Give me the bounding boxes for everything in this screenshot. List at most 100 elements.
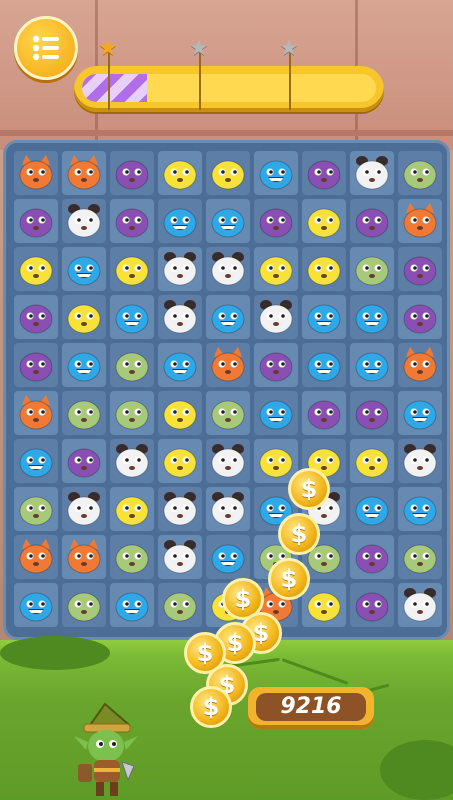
- board-cell[interactable]: [158, 247, 202, 291]
- board-cell[interactable]: [398, 439, 442, 483]
- board-cell[interactable]: [158, 295, 202, 339]
- board-cell[interactable]: [206, 391, 250, 435]
- board-cell[interactable]: [206, 247, 250, 291]
- board-cell[interactable]: [254, 295, 298, 339]
- board-cell[interactable]: [254, 343, 298, 387]
- board-cell[interactable]: [14, 199, 58, 243]
- board-cell[interactable]: [206, 199, 250, 243]
- board-cell[interactable]: [110, 535, 154, 579]
- board-cell[interactable]: [350, 199, 394, 243]
- board-cell[interactable]: [14, 343, 58, 387]
- board-cell[interactable]: [398, 151, 442, 195]
- board-cell[interactable]: [110, 247, 154, 291]
- board-cell[interactable]: [398, 295, 442, 339]
- yellow-creature-icon: [208, 155, 248, 191]
- board-cell[interactable]: [206, 487, 250, 531]
- board-cell[interactable]: [398, 199, 442, 243]
- board-cell[interactable]: [350, 295, 394, 339]
- board-cell[interactable]: [206, 439, 250, 483]
- blue-creature-icon: [352, 491, 392, 527]
- board-cell[interactable]: [14, 487, 58, 531]
- board-cell[interactable]: [302, 247, 346, 291]
- board-cell[interactable]: [110, 343, 154, 387]
- fox-creature-icon: [64, 155, 104, 191]
- board-cell[interactable]: [254, 247, 298, 291]
- white-creature-icon: [160, 491, 200, 527]
- board-cell[interactable]: [62, 343, 106, 387]
- board-cell[interactable]: [158, 391, 202, 435]
- board-cell[interactable]: [350, 487, 394, 531]
- board-cell[interactable]: [14, 295, 58, 339]
- board-cell[interactable]: [206, 151, 250, 195]
- yellow-creature-icon: [112, 491, 152, 527]
- board-cell[interactable]: [350, 247, 394, 291]
- board-cell[interactable]: [302, 151, 346, 195]
- board-cell[interactable]: [110, 199, 154, 243]
- board-cell[interactable]: [62, 583, 106, 627]
- board-cell[interactable]: [350, 535, 394, 579]
- board-cell[interactable]: [398, 583, 442, 627]
- board-cell[interactable]: [62, 151, 106, 195]
- board-cell[interactable]: [14, 391, 58, 435]
- board-cell[interactable]: [398, 535, 442, 579]
- board-cell[interactable]: [158, 151, 202, 195]
- board-cell[interactable]: [110, 487, 154, 531]
- board-cell[interactable]: [206, 343, 250, 387]
- board-cell[interactable]: [14, 583, 58, 627]
- board-cell[interactable]: [62, 535, 106, 579]
- board-cell[interactable]: [398, 487, 442, 531]
- board-cell[interactable]: [62, 391, 106, 435]
- board-cell[interactable]: [350, 151, 394, 195]
- board-cell[interactable]: [62, 247, 106, 291]
- board-cell[interactable]: [302, 199, 346, 243]
- green-creature-icon: [112, 347, 152, 383]
- board-cell[interactable]: [158, 439, 202, 483]
- board-cell[interactable]: [62, 295, 106, 339]
- board-cell[interactable]: [398, 391, 442, 435]
- board-cell[interactable]: [206, 535, 250, 579]
- board-cell[interactable]: [302, 391, 346, 435]
- board-cell[interactable]: [302, 295, 346, 339]
- board-cell[interactable]: [62, 487, 106, 531]
- board-cell[interactable]: [158, 343, 202, 387]
- purple-creature-icon: [256, 347, 296, 383]
- board-cell[interactable]: [110, 583, 154, 627]
- board-cell[interactable]: [350, 343, 394, 387]
- blue-creature-icon: [400, 395, 440, 431]
- blue-creature-icon: [160, 203, 200, 239]
- board-cell[interactable]: [14, 247, 58, 291]
- board-cell[interactable]: [62, 199, 106, 243]
- board-cell[interactable]: [14, 535, 58, 579]
- board-cell[interactable]: [254, 199, 298, 243]
- board-cell[interactable]: [206, 295, 250, 339]
- menu-button[interactable]: [14, 16, 78, 80]
- goblin-hero-character: [74, 702, 138, 796]
- board-cell[interactable]: [110, 391, 154, 435]
- board-cell[interactable]: [302, 343, 346, 387]
- board-cell[interactable]: [14, 439, 58, 483]
- fox-creature-icon: [16, 395, 56, 431]
- star-silver-icon: ★: [189, 36, 209, 61]
- board-cell[interactable]: [398, 247, 442, 291]
- board-cell[interactable]: [14, 151, 58, 195]
- board-cell[interactable]: [110, 295, 154, 339]
- board-cell[interactable]: [398, 343, 442, 387]
- blue-creature-icon: [64, 251, 104, 287]
- board-cell[interactable]: [110, 151, 154, 195]
- purple-creature-icon: [304, 155, 344, 191]
- board-cell[interactable]: [350, 391, 394, 435]
- board-cell[interactable]: [158, 199, 202, 243]
- board-cell[interactable]: [158, 535, 202, 579]
- board-cell[interactable]: [302, 583, 346, 627]
- board-cell[interactable]: [110, 439, 154, 483]
- board-cell[interactable]: [158, 583, 202, 627]
- board-cell[interactable]: [254, 391, 298, 435]
- board-cell[interactable]: [158, 487, 202, 531]
- board-cell[interactable]: [350, 583, 394, 627]
- board-cell[interactable]: [350, 439, 394, 483]
- board-cell[interactable]: [62, 439, 106, 483]
- blue-creature-icon: [16, 443, 56, 479]
- blue-creature-icon: [304, 299, 344, 335]
- yellow-creature-icon: [304, 251, 344, 287]
- board-cell[interactable]: [254, 151, 298, 195]
